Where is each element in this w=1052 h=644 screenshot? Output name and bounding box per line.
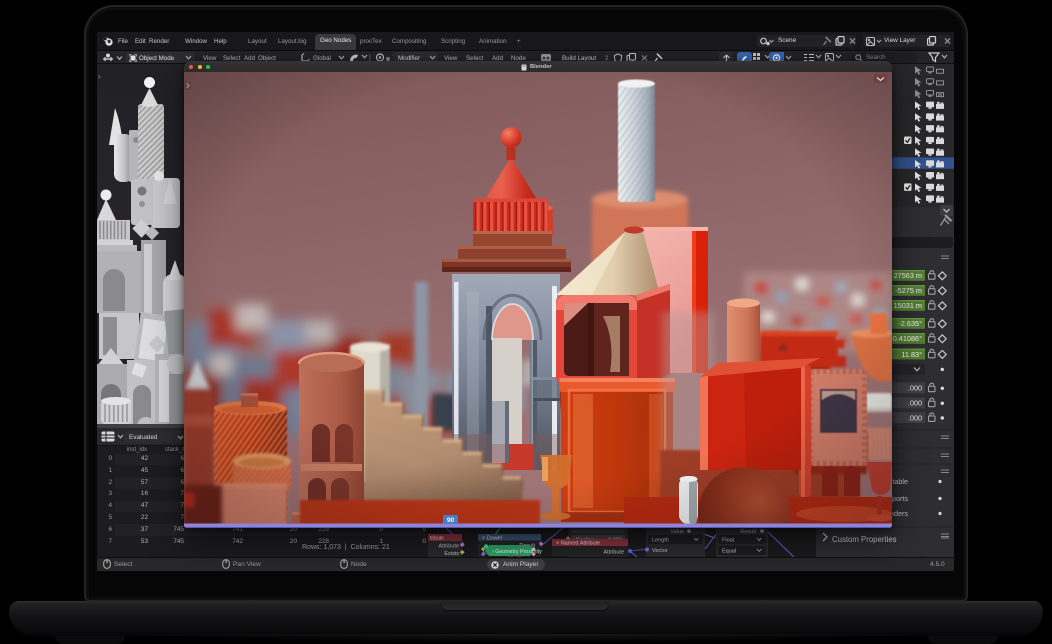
svg-text:.000: .000 [908,399,922,408]
svg-text:-0.41086°: -0.41086° [890,334,922,343]
svg-text:27563 m: 27563 m [894,271,922,280]
svg-text:Result: Result [740,529,756,535]
svg-text:Exists: Exists [444,551,459,557]
svg-text:90: 90 [447,517,455,524]
svg-text:Attribute: Attribute [439,544,459,550]
svg-text:15031 m: 15031 m [894,301,922,310]
svg-text:˅ Named Attribute: ˅ Named Attribute [556,541,600,547]
svg-text:Equal: Equal [722,549,736,555]
svg-text:Value: Value [670,529,684,535]
svg-text:Attribute: Attribute [604,550,624,556]
svg-text:11.83°: 11.83° [901,350,922,359]
svg-text:.000: .000 [908,413,922,422]
svg-text:Custom Properties: Custom Properties [832,535,897,544]
svg-text:.000: .000 [908,384,922,393]
svg-text:˅ Dowel: ˅ Dowel [482,536,502,542]
svg-text:Float: Float [722,538,735,544]
svg-text:Length: Length [652,538,669,544]
svg-text:Vector: Vector [652,548,668,554]
svg-text:tribute: tribute [430,536,444,542]
svg-text:-2.635°: -2.635° [898,319,922,328]
svg-text:-5275 m: -5275 m [895,286,922,295]
